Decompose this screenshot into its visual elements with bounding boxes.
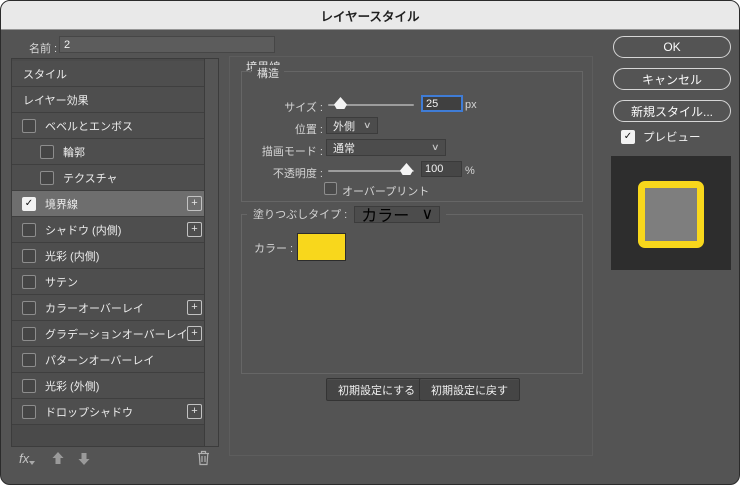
fill-type-value: カラー [361, 202, 409, 226]
make-default-label: 初期設定にする [338, 382, 415, 398]
add-effect-plus-button[interactable]: + [187, 222, 202, 237]
position-value: 外側 [333, 118, 355, 134]
sidebar-item-satin[interactable]: サテン [12, 269, 205, 295]
effect-checkbox[interactable] [22, 119, 36, 133]
sidebar-item-stroke[interactable]: ✓ 境界線 + [12, 191, 205, 217]
opacity-unit: % [465, 165, 475, 177]
sidebar-item-drop-shadow[interactable]: ドロップシャドウ + [12, 399, 205, 425]
effect-checkbox[interactable]: ✓ [22, 197, 36, 211]
name-label: 名前 : [29, 40, 57, 56]
fill-type-select[interactable]: カラー ∨ [354, 206, 440, 223]
sidebar-item-label: サテン [45, 274, 78, 290]
sidebar-item-label: 光彩 (内側) [45, 248, 99, 264]
make-default-button[interactable]: 初期設定にする [326, 378, 427, 401]
move-down-icon[interactable] [77, 451, 91, 466]
blend-mode-label: 描画モード : [239, 143, 323, 159]
dialog-window: レイヤースタイル 名前 : スタイル レイヤー効果 ベベルとエンボス 輪郭 テク… [0, 0, 740, 485]
new-style-button[interactable]: 新規スタイル... [613, 100, 731, 122]
size-input[interactable] [421, 95, 463, 112]
blend-mode-select[interactable]: 通常 ∨ [326, 139, 446, 156]
add-effect-plus-button[interactable]: + [187, 196, 202, 211]
color-label: カラー : [254, 240, 293, 256]
sidebar-item-outer-glow[interactable]: 光彩 (外側) [12, 373, 205, 399]
sidebar-item-gradient-overlay[interactable]: グラデーションオーバーレイ+ [12, 321, 205, 347]
sidebar-item-inner-glow[interactable]: 光彩 (内側) [12, 243, 205, 269]
sidebar-item-label: レイヤー効果 [23, 92, 89, 108]
sidebar-item-label: 輪郭 [63, 144, 85, 160]
list-scrollbar[interactable] [204, 59, 218, 446]
opacity-label: 不透明度 : [239, 165, 323, 181]
blend-mode-value: 通常 [333, 140, 355, 156]
position-label: 位置 : [239, 121, 323, 137]
sidebar-item-label: 光彩 (外側) [45, 378, 99, 394]
effect-checkbox[interactable] [22, 327, 36, 341]
sidebar-item-label: パターンオーバーレイ [45, 352, 154, 368]
effect-checkbox[interactable] [22, 223, 36, 237]
chevron-down-icon: ∨ [431, 142, 440, 153]
sidebar-item-contour[interactable]: 輪郭 [12, 139, 205, 165]
preview-stroke-shape [638, 181, 704, 248]
preview-checkbox[interactable]: ✓ [621, 130, 635, 144]
preview-thumbnail [611, 156, 731, 270]
sidebar-item-color-overlay[interactable]: カラーオーバーレイ + [12, 295, 205, 321]
effects-list: スタイル レイヤー効果 ベベルとエンボス 輪郭 テクスチャ ✓ 境界線 + シャドウ… [11, 58, 219, 447]
dialog-title: レイヤースタイル [320, 6, 419, 25]
sidebar-item-label: 境界線 [45, 196, 78, 212]
cancel-button[interactable]: キャンセル [613, 68, 731, 90]
add-effect-plus-button[interactable]: + [187, 300, 202, 315]
name-input[interactable] [59, 36, 275, 53]
opacity-input[interactable] [421, 161, 462, 177]
sidebar-item-label: カラーオーバーレイ [45, 300, 144, 316]
list-footer: fx [11, 449, 219, 471]
color-swatch[interactable] [297, 233, 346, 261]
preview-label: プレビュー [643, 129, 701, 145]
fx-icon[interactable]: fx [19, 451, 29, 466]
structure-legend: 構造 [252, 65, 284, 81]
effect-checkbox[interactable] [22, 353, 36, 367]
effect-checkbox[interactable] [22, 275, 36, 289]
effect-checkbox[interactable] [22, 249, 36, 263]
sidebar-item-bevel-emboss[interactable]: ベベルとエンボス [12, 113, 205, 139]
overprint-label: オーバープリント [342, 183, 429, 199]
move-up-icon[interactable] [51, 451, 65, 466]
fill-type-label: 塗りつぶしタイプ : [253, 206, 347, 222]
chevron-down-icon: ∨ [363, 120, 372, 131]
sidebar-item-styles[interactable]: スタイル [12, 61, 205, 87]
sidebar-item-label: シャドウ (内側) [45, 222, 121, 238]
effect-checkbox[interactable] [40, 145, 54, 159]
ok-label: OK [663, 40, 680, 54]
sidebar-item-pattern-overlay[interactable]: パターンオーバーレイ [12, 347, 205, 373]
reset-default-button[interactable]: 初期設定に戻す [419, 378, 520, 401]
sidebar-item-label: ベベルとエンボス [45, 118, 133, 134]
reset-default-label: 初期設定に戻す [431, 382, 508, 398]
add-effect-plus-button[interactable]: + [187, 326, 202, 341]
trash-icon[interactable] [196, 449, 211, 466]
fill-group [241, 214, 583, 374]
sidebar-item-inner-shadow[interactable]: シャドウ (内側) + [12, 217, 205, 243]
sidebar-item-label: ドロップシャドウ [45, 404, 133, 420]
new-style-label: 新規スタイル... [631, 103, 713, 120]
sidebar-item-label: テクスチャ [63, 170, 118, 186]
check-icon: ✓ [25, 199, 33, 209]
effect-checkbox[interactable] [40, 171, 54, 185]
add-effect-plus-button[interactable]: + [187, 404, 202, 419]
ok-button[interactable]: OK [613, 36, 731, 58]
fill-type-row: 塗りつぶしタイプ : カラー ∨ [247, 205, 446, 223]
size-unit: px [465, 99, 477, 111]
overprint-checkbox[interactable] [324, 182, 337, 195]
layer-style-dialog: レイヤースタイル 名前 : スタイル レイヤー効果 ベベルとエンボス 輪郭 テク… [0, 0, 740, 485]
chevron-down-icon: ∨ [422, 204, 434, 224]
sidebar-item-label: グラデーションオーバーレイ [45, 326, 188, 342]
size-label: サイズ : [239, 99, 323, 115]
sidebar-item-blending-options[interactable]: レイヤー効果 [12, 87, 205, 113]
effect-checkbox[interactable] [22, 405, 36, 419]
sidebar-item-texture[interactable]: テクスチャ [12, 165, 205, 191]
sidebar-item-label: スタイル [23, 66, 67, 82]
preview-toggle: ✓ プレビュー [621, 129, 701, 145]
cancel-label: キャンセル [642, 71, 702, 88]
title-bar[interactable]: レイヤースタイル [1, 1, 739, 30]
position-select[interactable]: 外側 ∨ [326, 117, 378, 134]
effect-checkbox[interactable] [22, 301, 36, 315]
effect-checkbox[interactable] [22, 379, 36, 393]
